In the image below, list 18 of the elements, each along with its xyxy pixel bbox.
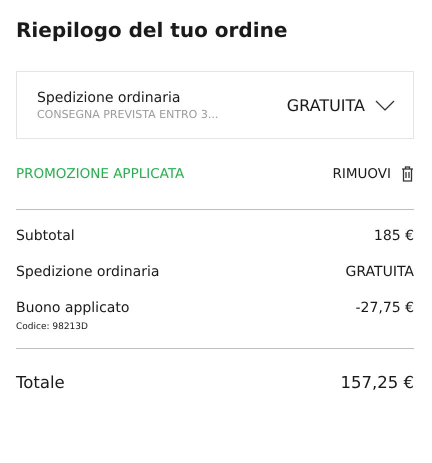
shipping-value: GRATUITA <box>286 96 365 114</box>
line-label: Subtotal <box>16 228 75 244</box>
promotion-status: PROMOZIONE APPLICATA <box>16 166 184 182</box>
line-label: Spedizione ordinaria <box>16 264 160 280</box>
page-title: Riepilogo del tuo ordine <box>16 17 288 43</box>
line-amount: GRATUITA <box>346 264 414 280</box>
voucher-code: Codice: 98213D <box>16 322 89 332</box>
total-label: Totale <box>16 373 65 392</box>
delivery-note: CONSEGNA PREVISTA ENTRO 3... <box>37 108 218 120</box>
line-amount: 185 € <box>374 228 414 244</box>
line-amount: -27,75 € <box>356 300 414 316</box>
shipping-select[interactable]: Spedizione ordinaria CONSEGNA PREVISTA ENTRO 3... GRATUITA <box>16 71 414 139</box>
total-amount: 157,25 € <box>340 373 414 392</box>
line-label: Buono applicato <box>16 300 130 316</box>
remove-button[interactable]: RIMUOVI <box>332 166 414 182</box>
chevron-down-icon <box>375 100 395 110</box>
shipping-label: Spedizione ordinaria <box>37 90 182 106</box>
trash-icon <box>401 166 414 182</box>
